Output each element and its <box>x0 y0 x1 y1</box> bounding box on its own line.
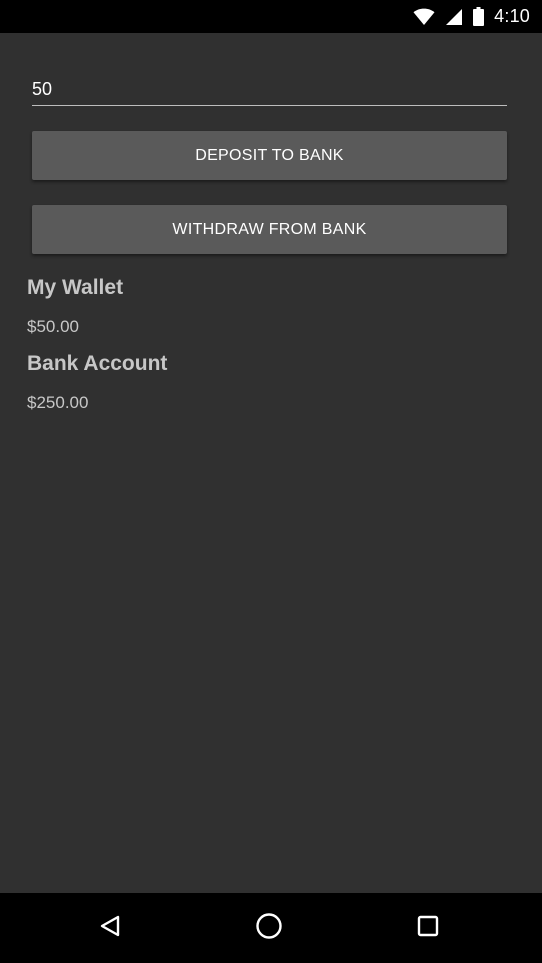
back-icon <box>98 914 122 942</box>
battery-icon <box>473 7 485 26</box>
amount-input[interactable] <box>32 75 507 103</box>
status-time: 4:10 <box>494 6 530 26</box>
bank-account-title: Bank Account <box>27 352 168 375</box>
home-icon <box>255 912 283 944</box>
navigation-bar <box>0 893 542 963</box>
recents-button[interactable] <box>388 893 468 963</box>
back-button[interactable] <box>70 893 150 963</box>
recents-icon <box>416 914 440 942</box>
home-button[interactable] <box>229 893 309 963</box>
status-bar: 4:10 <box>0 0 542 33</box>
main-content: DEPOSIT TO BANK WITHDRAW FROM BANK My Wa… <box>0 33 542 893</box>
status-icons: 4:10 <box>413 0 530 33</box>
wallet-title: My Wallet <box>27 276 124 299</box>
amount-field[interactable] <box>32 75 507 106</box>
wifi-icon <box>413 8 435 26</box>
wallet-balance: $50.00 <box>27 317 79 336</box>
deposit-button[interactable]: DEPOSIT TO BANK <box>32 131 507 180</box>
bank-account-balance: $250.00 <box>27 393 89 412</box>
app-screen: 4:10 DEPOSIT TO BANK WITHDRAW FROM BANK … <box>0 0 542 963</box>
withdraw-button[interactable]: WITHDRAW FROM BANK <box>32 205 507 254</box>
signal-icon <box>445 8 463 26</box>
